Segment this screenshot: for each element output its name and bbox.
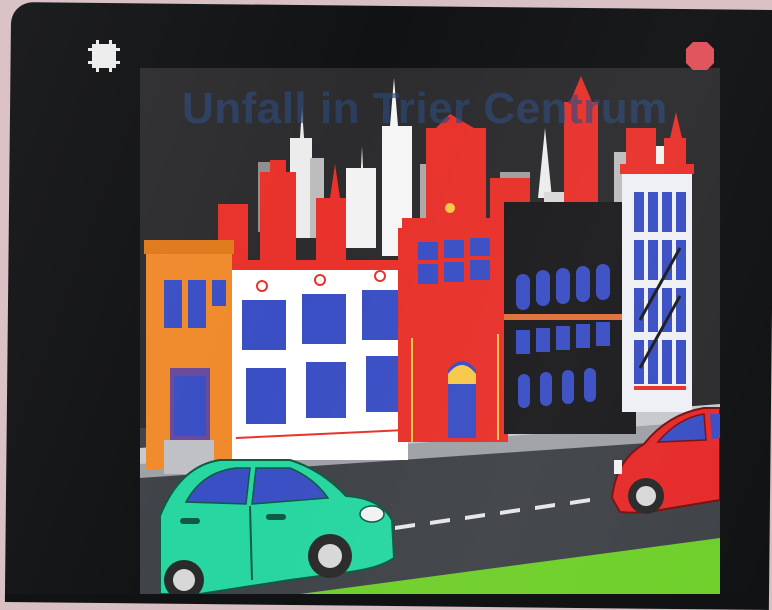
building-dark — [504, 202, 636, 434]
frame-icon — [88, 40, 120, 72]
game-title: Unfall in Trier Centrum — [182, 84, 668, 133]
building-tower — [620, 164, 694, 412]
building-white — [232, 260, 408, 460]
building-red — [398, 203, 508, 442]
building-orange — [144, 240, 234, 474]
stop-button[interactable] — [680, 36, 720, 76]
stop-icon — [686, 42, 714, 70]
frame-button[interactable] — [84, 36, 124, 76]
city-scene — [140, 68, 720, 594]
game-screen[interactable]: Unfall in Trier Centrum — [140, 68, 720, 594]
